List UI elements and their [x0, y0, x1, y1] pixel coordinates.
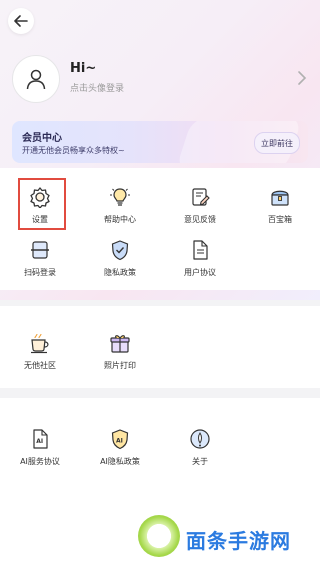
- grid-item-label: 关于: [192, 457, 208, 466]
- grid-item-label: 照片打印: [104, 361, 136, 370]
- grid-item-ai-privacy[interactable]: AI AI隐私政策: [85, 426, 155, 472]
- grid-item-label: 用户协议: [184, 268, 216, 277]
- scan-icon: [31, 241, 49, 259]
- gift-icon: [110, 335, 130, 353]
- grid-item-photo-print[interactable]: 照片打印: [85, 330, 155, 376]
- ai-shield-icon: AI: [111, 429, 129, 450]
- watermark-logo: [138, 515, 180, 557]
- ai-document-icon: AI: [33, 429, 48, 449]
- lightbulb-icon: [110, 188, 130, 206]
- vip-subtitle: 开通无他会员畅享众多特权~: [22, 146, 125, 155]
- about-icon: [190, 429, 210, 449]
- svg-text:AI: AI: [116, 438, 123, 445]
- grid-item-label: AI隐私政策: [100, 457, 140, 466]
- chevron-right-icon[interactable]: [296, 69, 308, 87]
- grid-item-label: 帮助中心: [104, 215, 136, 224]
- grid-item-user-agreement[interactable]: 用户协议: [165, 237, 235, 283]
- back-button[interactable]: [8, 8, 34, 34]
- shield-check-icon: [111, 240, 129, 261]
- user-icon: [26, 69, 46, 90]
- vip-title: 会员中心: [22, 133, 62, 144]
- vip-card[interactable]: 会员中心 开通无他会员畅享众多特权~ 立即前往: [12, 121, 308, 163]
- svg-text:AI: AI: [36, 438, 43, 445]
- grid-item-label: 意见反馈: [184, 215, 216, 224]
- watermark-text: 面条手游网: [186, 529, 291, 553]
- grid-item-ai-service-agreement[interactable]: AI AI服务协议: [5, 426, 75, 472]
- vip-go-button[interactable]: 立即前往: [254, 132, 300, 154]
- treasure-box-icon: [271, 190, 289, 206]
- grid-item-label: 隐私政策: [104, 268, 136, 277]
- greeting-text: Hi~: [70, 61, 97, 76]
- grid-item-community[interactable]: 无他社区: [5, 330, 75, 376]
- grid-item-toolbox[interactable]: 百宝箱: [245, 184, 315, 230]
- grid-item-about[interactable]: 关于: [165, 426, 235, 472]
- grid-item-label: AI服务协议: [20, 457, 60, 466]
- feedback-icon: [192, 188, 210, 206]
- back-arrow-icon: [14, 15, 28, 27]
- avatar[interactable]: [12, 55, 60, 103]
- grid-item-scan-login[interactable]: 扫码登录: [5, 237, 75, 283]
- grid-item-label: 百宝箱: [268, 215, 292, 224]
- document-icon: [193, 240, 208, 260]
- profile-row[interactable]: Hi~ 点击头像登录: [12, 55, 308, 103]
- grid-item-feedback[interactable]: 意见反馈: [165, 184, 235, 230]
- watermark: 面条手游网: [130, 515, 320, 565]
- login-tip-text: 点击头像登录: [70, 84, 125, 94]
- grid-item-help[interactable]: 帮助中心: [85, 184, 155, 230]
- settings-highlight-box: [18, 178, 66, 230]
- cup-icon: [31, 333, 49, 354]
- grid-item-label: 无他社区: [24, 361, 56, 370]
- grid-item-privacy[interactable]: 隐私政策: [85, 237, 155, 283]
- grid-item-label: 扫码登录: [24, 268, 56, 277]
